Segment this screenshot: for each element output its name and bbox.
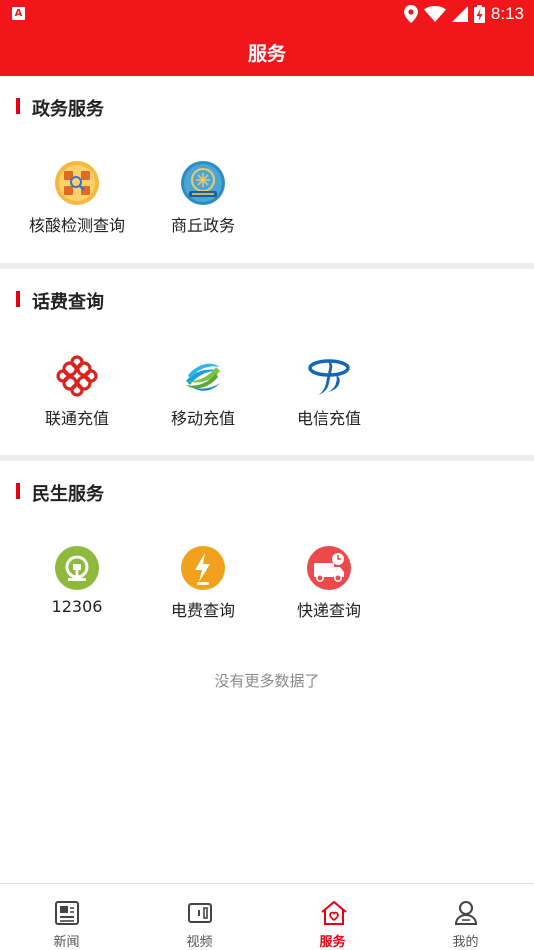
service-item-nucleic-test[interactable]: 核酸检测查询 <box>14 160 140 250</box>
china-unicom-icon <box>56 355 98 397</box>
service-item-label: 快递查询 <box>296 601 361 620</box>
service-item-mobile-recharge[interactable]: 移动充值 <box>140 353 266 443</box>
no-more-data-text: 没有更多数据了 <box>214 672 320 690</box>
section-header: 话费查询 <box>0 289 534 313</box>
service-item-unicom-recharge[interactable]: 联通充值 <box>14 353 140 443</box>
shangqiu-gov-icon <box>181 161 225 205</box>
section-livelihood: 民生服务 12306 电费查询 快递查询 <box>0 461 534 651</box>
electricity-bill-icon <box>181 546 225 590</box>
service-item-label: 核酸检测查询 <box>28 216 125 235</box>
tab-label: 新闻 <box>53 935 80 950</box>
location-icon <box>403 5 418 23</box>
service-item-express-delivery[interactable]: 快递查询 <box>266 545 392 635</box>
status-bar: A 8:13 <box>0 0 534 28</box>
section-title: 话费查询 <box>32 292 104 313</box>
page-title: 服务 <box>247 43 286 65</box>
service-icon <box>321 901 347 925</box>
china-telecom-icon <box>308 359 350 395</box>
service-item-shangqiu-gov[interactable]: 商丘政务 <box>140 160 266 250</box>
railway-12306-icon <box>55 546 99 590</box>
tab-label: 我的 <box>452 935 479 950</box>
news-icon <box>55 901 79 925</box>
service-item-12306[interactable]: 12306 <box>14 545 140 635</box>
tab-service[interactable]: 服务 <box>266 884 399 950</box>
section-accent-bar <box>16 98 20 114</box>
section-title: 民生服务 <box>32 484 104 505</box>
service-item-label: 电信充值 <box>296 409 361 428</box>
section-phone-bill: 话费查询 联通充值 移动充值 电信充值 <box>0 269 534 455</box>
signal-icon <box>451 6 468 22</box>
tab-video[interactable]: 视频 <box>133 884 266 950</box>
china-mobile-icon <box>186 363 220 391</box>
section-accent-bar <box>16 483 20 499</box>
battery-icon <box>473 5 485 23</box>
section-accent-bar <box>16 291 20 307</box>
service-item-label: 电费查询 <box>170 601 235 620</box>
service-item-label: 移动充值 <box>170 409 235 428</box>
service-item-telecom-recharge[interactable]: 电信充值 <box>266 353 392 443</box>
service-item-label: 联通充值 <box>44 409 109 428</box>
status-time: 8:13 <box>490 4 524 23</box>
nucleic-test-icon <box>55 161 99 205</box>
tab-label: 服务 <box>319 935 346 950</box>
service-item-electricity-bill[interactable]: 电费查询 <box>140 545 266 635</box>
app-header: 服务 <box>0 28 534 76</box>
section-title: 政务服务 <box>32 99 104 120</box>
section-header: 政务服务 <box>0 96 534 120</box>
bottom-tab-bar: 新闻 视频 服务 我的 <box>0 883 534 950</box>
express-delivery-icon <box>307 546 351 590</box>
app-notification-icon: A <box>12 7 25 20</box>
service-item-label: 12306 <box>51 597 103 616</box>
video-icon <box>188 903 212 923</box>
tab-label: 视频 <box>186 935 213 950</box>
wifi-icon <box>423 6 446 22</box>
section-header: 民生服务 <box>0 481 534 505</box>
profile-icon <box>454 901 478 925</box>
tab-news[interactable]: 新闻 <box>0 884 133 950</box>
tab-profile[interactable]: 我的 <box>399 884 532 950</box>
section-government: 政务服务 核酸检测查询 商丘政务 <box>0 76 534 263</box>
service-item-label: 商丘政务 <box>170 216 235 235</box>
